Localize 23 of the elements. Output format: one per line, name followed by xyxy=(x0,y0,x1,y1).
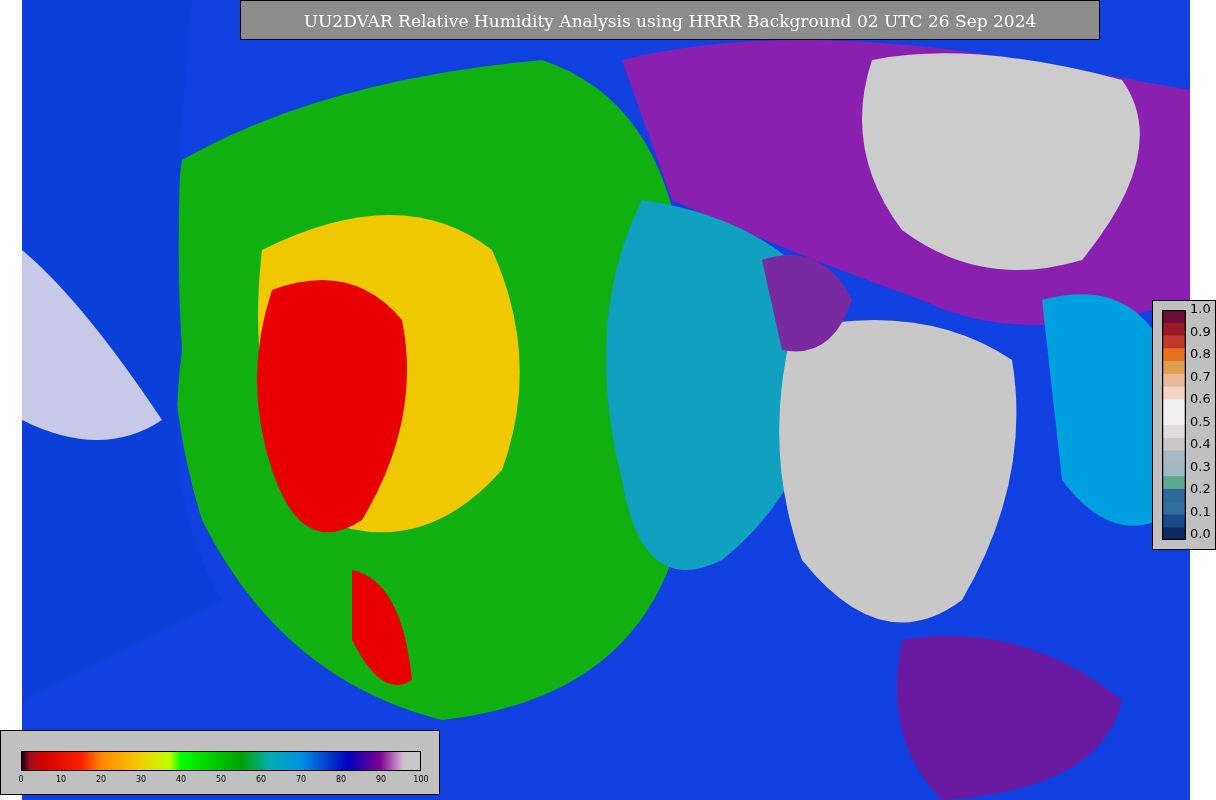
tick-label: 80 xyxy=(335,775,347,784)
tick-label: 0.2 xyxy=(1190,481,1211,496)
tick-label: 90 xyxy=(375,775,387,784)
tick-label: 0.0 xyxy=(1190,526,1211,541)
tick-label: 40 xyxy=(175,775,187,784)
tick-label: 0.1 xyxy=(1190,503,1211,519)
tick-label: 10 xyxy=(55,775,67,784)
tick-label: 0.6 xyxy=(1190,391,1211,406)
tick-label: 0.8 xyxy=(1190,346,1211,361)
tick-label: 0.9 xyxy=(1190,323,1211,339)
tick-label: 1.0 xyxy=(1190,301,1211,316)
tick-label: 100 xyxy=(413,775,429,784)
chart-title: UU2DVAR Relative Humidity Analysis using HRRR Background 02 UTC 26 Sep 2024 xyxy=(240,0,1100,40)
tick-label: 30 xyxy=(135,775,147,784)
tick-label: 70 xyxy=(295,775,307,784)
tick-label: 50 xyxy=(215,775,227,784)
tick-label: 60 xyxy=(255,775,267,784)
tick-label: 0 xyxy=(18,775,24,784)
tick-label: 0.3 xyxy=(1190,458,1211,474)
tick-label: 0.4 xyxy=(1190,436,1211,451)
tick-label: 20 xyxy=(95,775,107,784)
tick-label: 0.5 xyxy=(1190,413,1211,429)
tick-label: 0.7 xyxy=(1190,368,1211,384)
